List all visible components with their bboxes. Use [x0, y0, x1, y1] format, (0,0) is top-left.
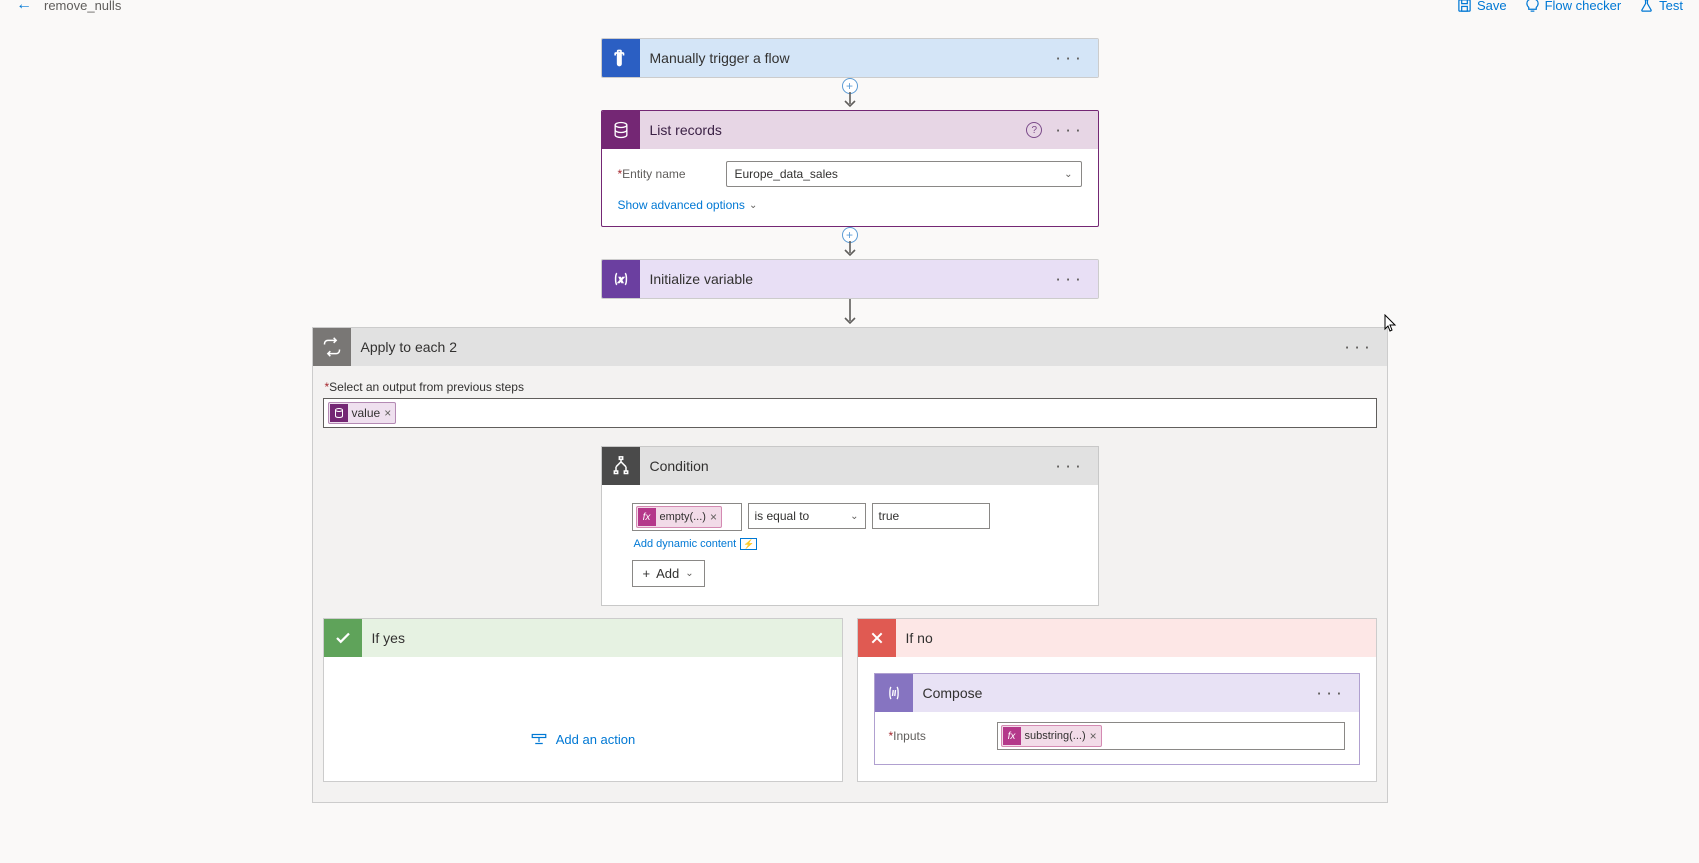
- initialize-variable-card[interactable]: x Initialize variable · · ·: [601, 259, 1099, 299]
- entity-name-label: *Entity name: [618, 167, 718, 181]
- condition-left-input[interactable]: fx empty(...) ×: [632, 503, 742, 531]
- add-label: Add: [656, 566, 679, 581]
- save-button[interactable]: Save: [1457, 0, 1507, 13]
- arrow-icon: [843, 92, 857, 110]
- operator-value: is equal to: [755, 509, 810, 523]
- add-action-button[interactable]: Add an action: [530, 730, 636, 748]
- arrow-icon: [843, 241, 857, 259]
- add-condition-button[interactable]: + Add ⌄: [632, 560, 705, 587]
- help-icon[interactable]: ?: [1026, 122, 1042, 138]
- expression-token[interactable]: fx substring(...) ×: [1001, 725, 1102, 747]
- token-label: value: [352, 406, 381, 420]
- entity-name-value: Europe_data_sales: [735, 167, 838, 181]
- entity-name-select[interactable]: Europe_data_sales ⌄: [726, 161, 1082, 187]
- test-icon: [1639, 0, 1654, 13]
- select-output-label: *Select an output from previous steps: [323, 380, 1377, 394]
- checker-icon: [1525, 0, 1540, 13]
- compose-inputs-label: *Inputs: [889, 729, 989, 743]
- remove-token-icon[interactable]: ×: [384, 406, 391, 420]
- compose-title: Compose: [913, 685, 1310, 701]
- chevron-down-icon: ⌄: [1064, 169, 1072, 180]
- cursor-icon: [1384, 314, 1398, 337]
- apply-to-each-title: Apply to each 2: [351, 339, 1338, 355]
- compose-menu[interactable]: · · ·: [1309, 682, 1350, 705]
- checker-label: Flow checker: [1545, 0, 1622, 13]
- expr-label: empty(...): [660, 511, 706, 523]
- compose-inputs-field[interactable]: fx substring(...) ×: [997, 722, 1345, 750]
- right-value: true: [879, 509, 900, 523]
- save-label: Save: [1477, 0, 1507, 13]
- select-output-input[interactable]: value ×: [323, 398, 1377, 428]
- remove-token-icon[interactable]: ×: [710, 510, 717, 524]
- database-icon: [330, 404, 348, 422]
- compose-header[interactable]: Compose · · ·: [875, 674, 1359, 712]
- trigger-menu[interactable]: · · ·: [1048, 47, 1089, 70]
- if-no-label: If no: [896, 630, 933, 646]
- variable-icon: x: [602, 260, 640, 298]
- condition-icon: [602, 447, 640, 485]
- remove-token-icon[interactable]: ×: [1090, 729, 1097, 743]
- condition-right-input[interactable]: true: [872, 503, 990, 529]
- flow-checker-button[interactable]: Flow checker: [1525, 0, 1622, 13]
- list-records-title: List records: [640, 122, 1027, 138]
- condition-operator-select[interactable]: is equal to ⌄: [748, 503, 866, 529]
- flow-name: remove_nulls: [44, 0, 121, 13]
- condition-card: Condition · · · fx empty(...) ×: [601, 446, 1099, 606]
- trigger-title: Manually trigger a flow: [640, 50, 1049, 66]
- fx-icon: fx: [638, 508, 656, 526]
- if-yes-header[interactable]: If yes: [324, 619, 842, 657]
- test-label: Test: [1659, 0, 1683, 13]
- compose-card: Compose · · · *Inputs fx substring(: [874, 673, 1360, 765]
- arrow-icon: [843, 299, 857, 327]
- loop-icon: [313, 328, 351, 366]
- apply-to-each-header[interactable]: Apply to each 2 · · ·: [313, 328, 1387, 366]
- initialize-variable-title: Initialize variable: [640, 271, 1049, 287]
- value-token[interactable]: value ×: [328, 402, 397, 424]
- condition-title: Condition: [640, 458, 1049, 474]
- expression-token[interactable]: fx empty(...) ×: [636, 506, 722, 528]
- svg-text:x: x: [617, 274, 623, 284]
- trigger-card[interactable]: Manually trigger a flow · · ·: [601, 38, 1099, 78]
- add-dynamic-content-link[interactable]: Add dynamic content ⚡: [634, 538, 758, 550]
- if-no-branch: If no Compose · · ·: [857, 618, 1377, 782]
- chevron-down-icon: ⌄: [749, 200, 757, 211]
- if-no-header[interactable]: If no: [858, 619, 1376, 657]
- list-records-icon: [602, 111, 640, 149]
- show-advanced-link[interactable]: Show advanced options ⌄: [618, 198, 758, 212]
- list-records-card[interactable]: List records ? · · · *Entity name Europe…: [601, 110, 1099, 227]
- chevron-down-icon: ⌄: [685, 568, 693, 579]
- if-yes-branch: If yes Add an action: [323, 618, 843, 782]
- apply-to-each-menu[interactable]: · · ·: [1337, 336, 1378, 359]
- add-action-label: Add an action: [556, 732, 636, 747]
- save-icon: [1457, 0, 1472, 13]
- list-records-menu[interactable]: · · ·: [1048, 119, 1089, 142]
- condition-header[interactable]: Condition · · ·: [602, 447, 1098, 485]
- if-yes-label: If yes: [362, 630, 405, 646]
- plus-icon: +: [643, 566, 651, 581]
- apply-to-each-card: Apply to each 2 · · · *Select an output …: [312, 327, 1388, 803]
- trigger-icon: [602, 39, 640, 77]
- add-action-icon: [530, 730, 548, 748]
- dynamic-badge-icon: ⚡: [740, 538, 757, 550]
- expr-label: substring(...): [1025, 730, 1086, 742]
- condition-menu[interactable]: · · ·: [1048, 455, 1089, 478]
- compose-icon: [875, 674, 913, 712]
- check-icon: [324, 619, 362, 657]
- fx-icon: fx: [1003, 727, 1021, 745]
- initialize-variable-menu[interactable]: · · ·: [1048, 268, 1089, 291]
- chevron-down-icon: ⌄: [850, 511, 858, 522]
- test-button[interactable]: Test: [1639, 0, 1683, 13]
- back-arrow-icon[interactable]: ←: [16, 0, 32, 14]
- close-icon: [858, 619, 896, 657]
